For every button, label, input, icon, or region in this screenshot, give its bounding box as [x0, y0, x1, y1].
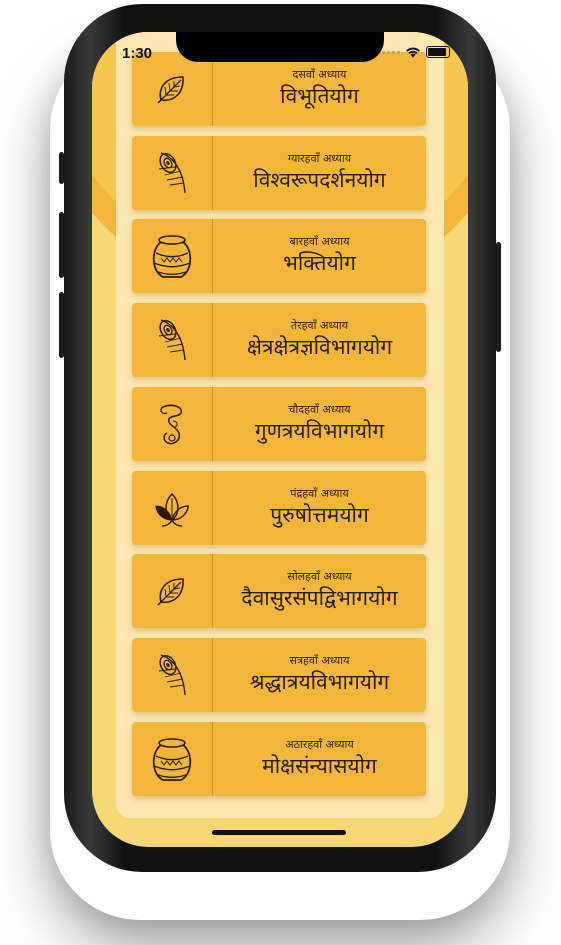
- chapter-number-label: पंद्रहवाँ अध्याय: [290, 486, 349, 500]
- app-screen: 1:30 दसवाँ अध्याय विभूतियोग ग्यारहवाँ अध्य…: [92, 32, 468, 847]
- power-button: [496, 242, 501, 352]
- chapter-number-label: चौदहवाँ अध्याय: [288, 402, 351, 416]
- chapter-text: सत्रहवाँ अध्याय श्रद्धात्रयविभागयोग: [213, 638, 426, 712]
- wifi-icon: [406, 47, 420, 58]
- chapter-card[interactable]: सोलहवाँ अध्याय दैवासुरसंपद्विभागयोग: [132, 554, 426, 629]
- leaf-icon: [132, 554, 213, 629]
- chapter-card[interactable]: तेरहवाँ अध्याय क्षेत्रक्षेत्रज्ञविभागयोग: [132, 303, 426, 378]
- chapter-title: भक्तियोग: [283, 251, 356, 276]
- chapter-text: बारहवाँ अध्याय भक्तियोग: [213, 219, 426, 293]
- chapter-number-label: बारहवाँ अध्याय: [289, 235, 350, 249]
- chapter-text: ग्यारहवाँ अध्याय विश्वरूपदर्शनयोग: [213, 136, 426, 210]
- lotus-icon: [132, 470, 213, 545]
- chapter-number-label: तेरहवाँ अध्याय: [290, 319, 349, 333]
- conch-icon: [132, 386, 213, 461]
- notch: [176, 32, 384, 62]
- chapter-title: क्षेत्रक्षेत्रज्ञविभागयोग: [246, 335, 393, 360]
- battery-icon: [426, 46, 450, 58]
- signal-icon: [382, 50, 400, 54]
- chapter-card[interactable]: सत्रहवाँ अध्याय श्रद्धात्रयविभागयोग: [132, 637, 426, 712]
- chapter-title: श्रद्धात्रयविभागयोग: [249, 669, 390, 694]
- chapter-text: सोलहवाँ अध्याय दैवासुरसंपद्विभागयोग: [213, 554, 426, 628]
- chapter-number-label: दसवाँ अध्याय: [292, 68, 347, 81]
- leaf-icon: [132, 52, 213, 126]
- peacock-feather-icon: [132, 637, 213, 712]
- chapter-text: अठारहवाँ अध्याय मोक्षसंन्यासयोग: [213, 722, 426, 796]
- peacock-feather-icon: [132, 303, 213, 378]
- chapter-title: विभूतियोग: [280, 84, 359, 108]
- volume-down-button: [59, 292, 64, 358]
- chapter-title: दैवासुरसंपद्विभागयोग: [241, 586, 398, 611]
- chapter-card[interactable]: अठारहवाँ अध्याय मोक्षसंन्यासयोग: [132, 721, 426, 796]
- chapter-title: मोक्षसंन्यासयोग: [262, 753, 377, 778]
- chapter-card[interactable]: दसवाँ अध्याय विभूतियोग: [132, 52, 426, 126]
- chapter-card[interactable]: ग्यारहवाँ अध्याय विश्वरूपदर्शनयोग: [132, 135, 426, 210]
- chapter-card[interactable]: बारहवाँ अध्याय भक्तियोग: [132, 219, 426, 294]
- pot-icon: [132, 721, 213, 796]
- chapter-title: गुणत्रयविभागयोग: [254, 418, 385, 443]
- chapter-number-label: अठारहवाँ अध्याय: [285, 737, 354, 751]
- status-time: 1:30: [122, 45, 153, 62]
- mute-switch: [59, 152, 64, 184]
- chapter-number-label: ग्यारहवाँ अध्याय: [287, 151, 352, 165]
- chapter-number-label: सत्रहवाँ अध्याय: [289, 653, 350, 667]
- volume-up-button: [59, 212, 64, 278]
- chapter-text: पंद्रहवाँ अध्याय पुरुषोत्तमयोग: [213, 471, 426, 545]
- chapter-text: तेरहवाँ अध्याय क्षेत्रक्षेत्रज्ञविभागयोग: [213, 303, 426, 377]
- chapter-text: चौदहवाँ अध्याय गुणत्रयविभागयोग: [213, 387, 426, 461]
- pot-icon: [132, 219, 213, 294]
- chapter-number-label: सोलहवाँ अध्याय: [287, 570, 352, 584]
- peacock-feather-icon: [132, 135, 213, 210]
- chapter-title: पुरुषोत्तमयोग: [270, 502, 369, 527]
- status-icons: [382, 46, 450, 58]
- chapter-text: दसवाँ अध्याय विभूतियोग: [213, 52, 426, 126]
- chapter-title: विश्वरूपदर्शनयोग: [253, 167, 386, 192]
- chapter-card[interactable]: चौदहवाँ अध्याय गुणत्रयविभागयोग: [132, 386, 426, 461]
- chapter-card[interactable]: पंद्रहवाँ अध्याय पुरुषोत्तमयोग: [132, 470, 426, 545]
- home-indicator[interactable]: [212, 830, 346, 835]
